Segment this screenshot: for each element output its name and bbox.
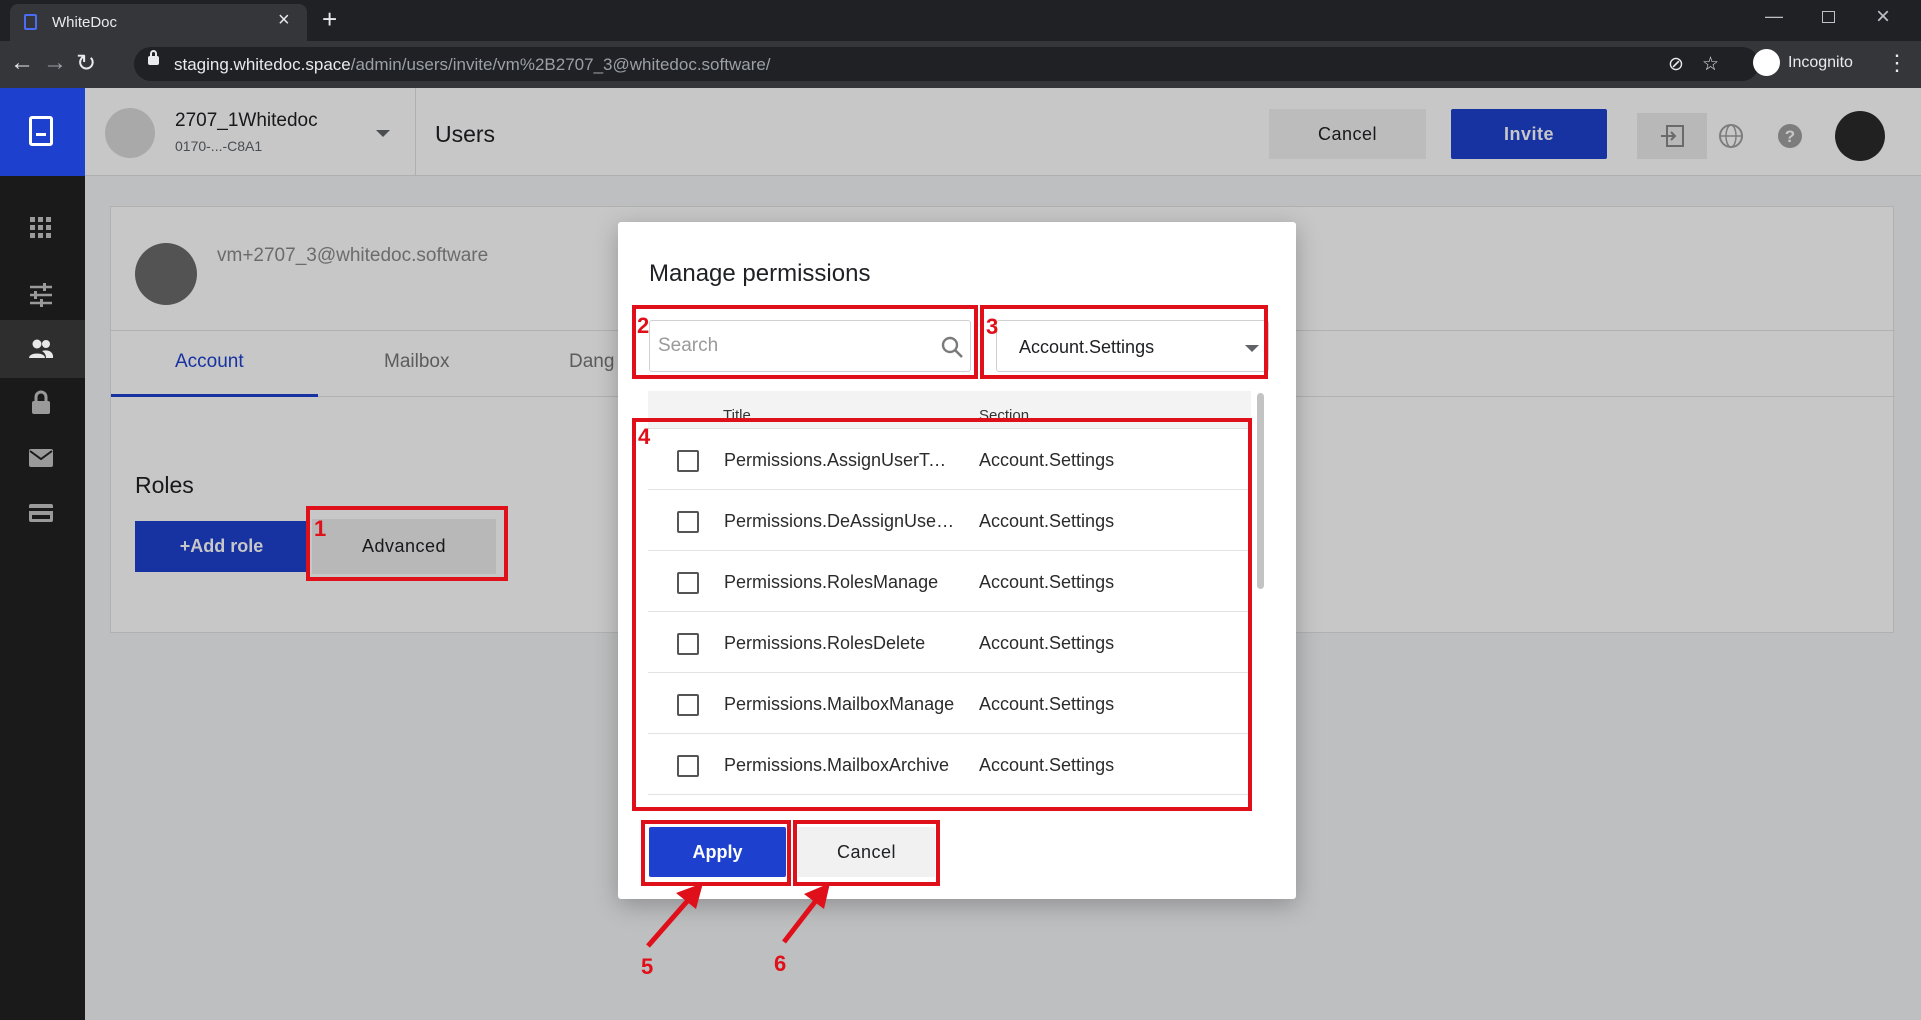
scrollbar-thumb[interactable] <box>1257 393 1264 589</box>
address-bar[interactable]: staging.whitedoc.space/admin/users/invit… <box>134 47 1759 81</box>
minimize-icon[interactable]: — <box>1765 6 1783 27</box>
lock-icon[interactable] <box>28 390 54 416</box>
close-tab-icon[interactable]: × <box>278 9 290 32</box>
annotation-number: 2 <box>637 313 650 338</box>
reload-icon[interactable]: ↻ <box>76 49 96 78</box>
annotation-box-section-filter <box>980 305 1268 379</box>
browser-menu-icon[interactable]: ⋮ <box>1886 50 1908 76</box>
annotation-number: 3 <box>986 314 999 339</box>
new-tab-icon[interactable]: + <box>322 4 337 35</box>
annotation-number: 6 <box>774 951 787 976</box>
window-close-icon[interactable]: × <box>1876 3 1890 31</box>
annotation-box-cancel <box>793 820 940 886</box>
annotation-box-advanced <box>306 506 508 581</box>
tab-title: WhiteDoc <box>52 14 118 31</box>
forward-icon[interactable]: → <box>43 49 67 77</box>
bookmark-star-icon[interactable]: ☆ <box>1702 53 1719 76</box>
annotation-number: 5 <box>641 954 654 979</box>
app-logo[interactable] <box>0 88 85 176</box>
tracking-protection-icon[interactable]: ⊘ <box>1668 53 1684 76</box>
incognito-icon[interactable] <box>1753 49 1780 76</box>
annotation-box-table <box>632 418 1252 811</box>
browser-toolbar: ← → ↻ staging.whitedoc.space/admin/users… <box>0 41 1921 88</box>
document-favicon-icon <box>24 14 37 30</box>
lock-icon <box>148 50 159 65</box>
browser-tab-strip: WhiteDoc × + — × <box>0 0 1921 41</box>
sidebar <box>0 88 85 1020</box>
dialog-title: Manage permissions <box>649 260 871 287</box>
browser-tab[interactable]: WhiteDoc × <box>10 4 307 41</box>
card-icon[interactable] <box>28 500 54 526</box>
mail-icon[interactable] <box>28 445 54 471</box>
documents-icon <box>29 116 53 146</box>
url-text: staging.whitedoc.space/admin/users/invit… <box>174 55 771 74</box>
annotation-box-apply <box>641 820 791 886</box>
annotation-number: 1 <box>314 516 327 541</box>
sliders-icon[interactable] <box>28 282 54 308</box>
grid-icon[interactable] <box>28 215 54 241</box>
back-icon[interactable]: ← <box>10 49 34 77</box>
restore-icon[interactable] <box>1822 11 1835 23</box>
annotation-number: 4 <box>638 424 651 449</box>
users-icon[interactable] <box>28 336 54 362</box>
profile-label[interactable]: Incognito <box>1788 54 1853 72</box>
table-scrollbar[interactable] <box>1255 391 1265 807</box>
annotation-box-search <box>632 305 978 379</box>
